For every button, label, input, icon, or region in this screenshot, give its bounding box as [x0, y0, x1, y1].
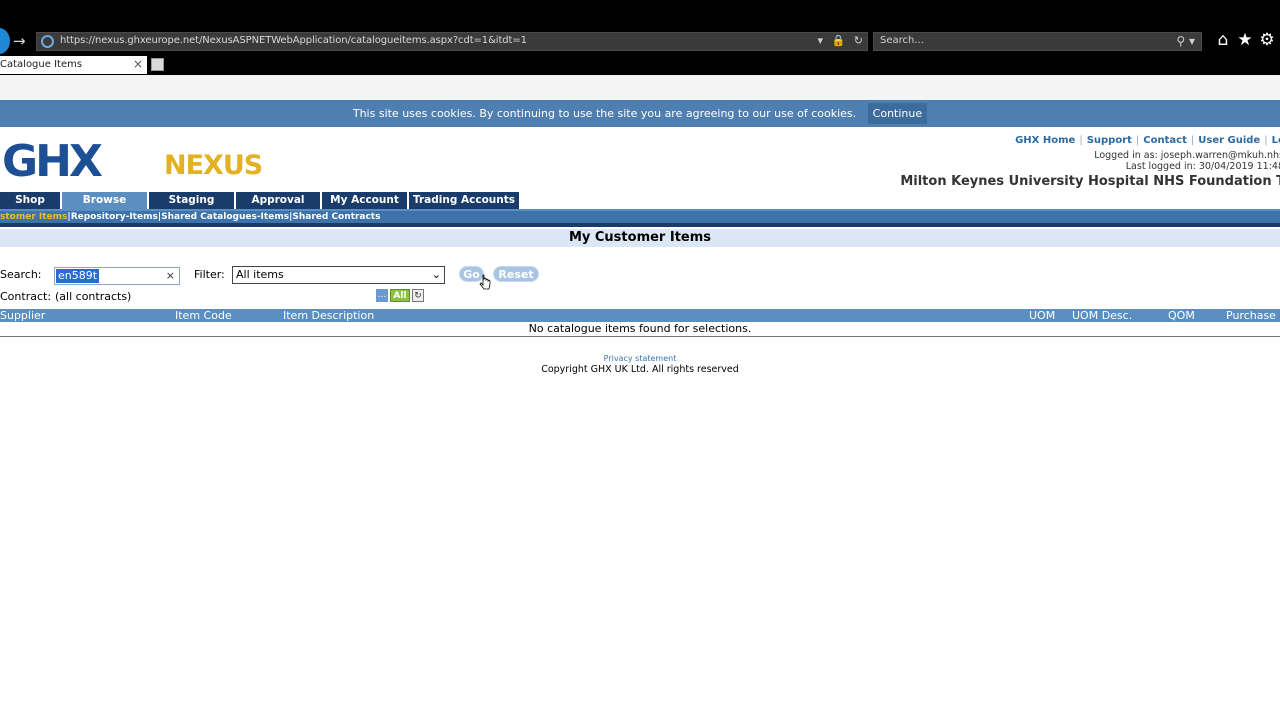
settings-gear-icon[interactable]: ⚙ — [1256, 30, 1278, 50]
favorites-star-icon[interactable]: ★ — [1234, 30, 1256, 50]
results-divider — [0, 336, 1280, 337]
privacy-statement-link[interactable]: Privacy statement — [0, 354, 1280, 363]
lock-icon[interactable]: 🔒 — [832, 34, 846, 47]
filter-label: Filter: — [194, 268, 225, 281]
cookie-message: This site uses cookies. By continuing to… — [352, 107, 857, 120]
tab-title: Catalogue Items — [0, 59, 83, 70]
col-supplier[interactable]: Supplier — [0, 309, 45, 322]
address-bar-icons: ▾ 🔒 ↻ — [813, 34, 863, 47]
logged-in-as: Logged in as: joseph.warren@mkuh.nhs — [1094, 150, 1280, 161]
contract-buttons: … All ↻ — [376, 289, 426, 302]
subnav-customer-items[interactable]: stomer Items — [0, 212, 67, 222]
nav-staging[interactable]: Staging — [149, 192, 236, 209]
results-table-header: Supplier Item Code Item Description UOM … — [0, 309, 1280, 322]
tab-close-icon[interactable]: × — [133, 57, 143, 71]
cookie-bar: This site uses cookies. By continuing to… — [0, 100, 1280, 127]
link-contact[interactable]: Contact — [1143, 135, 1187, 146]
search-icon[interactable]: ⚲ ▾ — [1176, 34, 1195, 48]
link-separator: | — [1079, 135, 1083, 146]
filter-select[interactable]: All items ⌄ — [232, 266, 445, 284]
browser-chrome: → https://nexus.ghxeurope.net/NexusASPNE… — [0, 0, 1280, 75]
top-links: GHX Home|Support|Contact|User Guide|Log — [1015, 135, 1280, 146]
contract-field[interactable]: (all contracts) — [53, 289, 376, 304]
reset-button[interactable]: Reset — [493, 266, 539, 282]
search-input-value[interactable]: en589t — [56, 269, 100, 283]
nav-browse[interactable]: Browse — [62, 192, 149, 209]
nav-trading-accounts[interactable]: Trading Accounts — [409, 192, 521, 209]
empty-results-message: No catalogue items found for selections. — [528, 322, 752, 335]
logo-ghx: GHX — [2, 136, 103, 187]
sub-nav-divider — [0, 223, 1280, 227]
link-separator: | — [1264, 135, 1268, 146]
search-placeholder: Search... — [880, 35, 924, 46]
site-icon — [41, 35, 54, 48]
sub-nav: stomer Items|Repository-Items|Shared Cat… — [0, 211, 1280, 223]
link-separator: | — [1190, 135, 1195, 146]
search-label: Search: — [0, 268, 42, 281]
chevron-down-icon: ⌄ — [431, 268, 441, 281]
home-icon[interactable]: ⌂ — [1212, 30, 1234, 50]
browser-toolbar: ⌂ ★ ⚙ — [1212, 30, 1278, 50]
new-tab-button[interactable] — [151, 58, 164, 71]
col-uom-desc[interactable]: UOM Desc. — [1072, 309, 1132, 322]
nav-shop[interactable]: Shop — [0, 192, 62, 209]
cookie-continue-button[interactable]: Continue — [867, 103, 928, 124]
col-item-code[interactable]: Item Code — [175, 309, 232, 322]
contract-lookup-button[interactable]: … — [376, 289, 388, 302]
refresh-icon[interactable]: ↻ — [854, 34, 863, 47]
subnav-repository-items[interactable]: Repository-Items — [71, 212, 158, 222]
browser-search-bar[interactable]: Search... ⚲ ▾ — [873, 32, 1202, 51]
filter-select-value: All items — [236, 268, 284, 281]
back-button[interactable] — [0, 28, 10, 54]
last-logged-in: Last logged in: 30/04/2019 11:48 — [1125, 161, 1280, 172]
link-ghx-home[interactable]: GHX Home — [1015, 135, 1075, 146]
nav-approval[interactable]: Approval — [236, 192, 322, 209]
link-user-guide[interactable]: User Guide — [1198, 135, 1260, 146]
page-top-strip — [0, 75, 1280, 100]
dropdown-icon[interactable]: ▾ — [818, 34, 824, 47]
mouse-pointer-icon — [479, 274, 491, 290]
col-purchase-price[interactable]: Purchase P — [1226, 309, 1280, 322]
address-bar[interactable]: https://nexus.ghxeurope.net/NexusASPNETW… — [36, 32, 868, 51]
link-support[interactable]: Support — [1087, 135, 1132, 146]
forward-arrow-icon[interactable]: → — [13, 32, 26, 50]
link-logout[interactable]: Log — [1272, 135, 1280, 146]
ghx-nexus-logo[interactable]: GHX NEXUS — [2, 140, 292, 184]
logo-nexus: NEXUS — [164, 150, 263, 181]
subnav-shared-contracts[interactable]: Shared Contracts — [292, 212, 380, 222]
browser-tab[interactable]: Catalogue Items × — [0, 56, 147, 74]
col-item-description[interactable]: Item Description — [283, 309, 374, 322]
url-text[interactable]: https://nexus.ghxeurope.net/NexusASPNETW… — [60, 35, 527, 46]
col-qom[interactable]: QOM — [1168, 309, 1195, 322]
copyright-text: Copyright GHX UK Ltd. All rights reserve… — [541, 364, 739, 375]
contract-all-button[interactable]: All — [390, 289, 410, 302]
organisation-name: Milton Keynes University Hospital NHS Fo… — [900, 174, 1280, 189]
subnav-shared-catalogues-items[interactable]: Shared Catalogues-Items — [161, 212, 289, 222]
nav-my-account[interactable]: My Account — [322, 192, 409, 209]
login-info: Logged in as: joseph.warren@mkuh.nhs Las… — [1094, 150, 1280, 172]
clear-search-icon[interactable]: × — [166, 269, 175, 282]
link-separator: | — [1135, 135, 1140, 146]
contract-clear-icon[interactable]: ↻ — [412, 289, 424, 302]
search-input[interactable]: en589t × — [54, 267, 180, 285]
contract-label: Contract: — [0, 290, 52, 303]
page-title: My Customer Items — [0, 229, 1280, 247]
col-uom[interactable]: UOM — [1029, 309, 1055, 322]
